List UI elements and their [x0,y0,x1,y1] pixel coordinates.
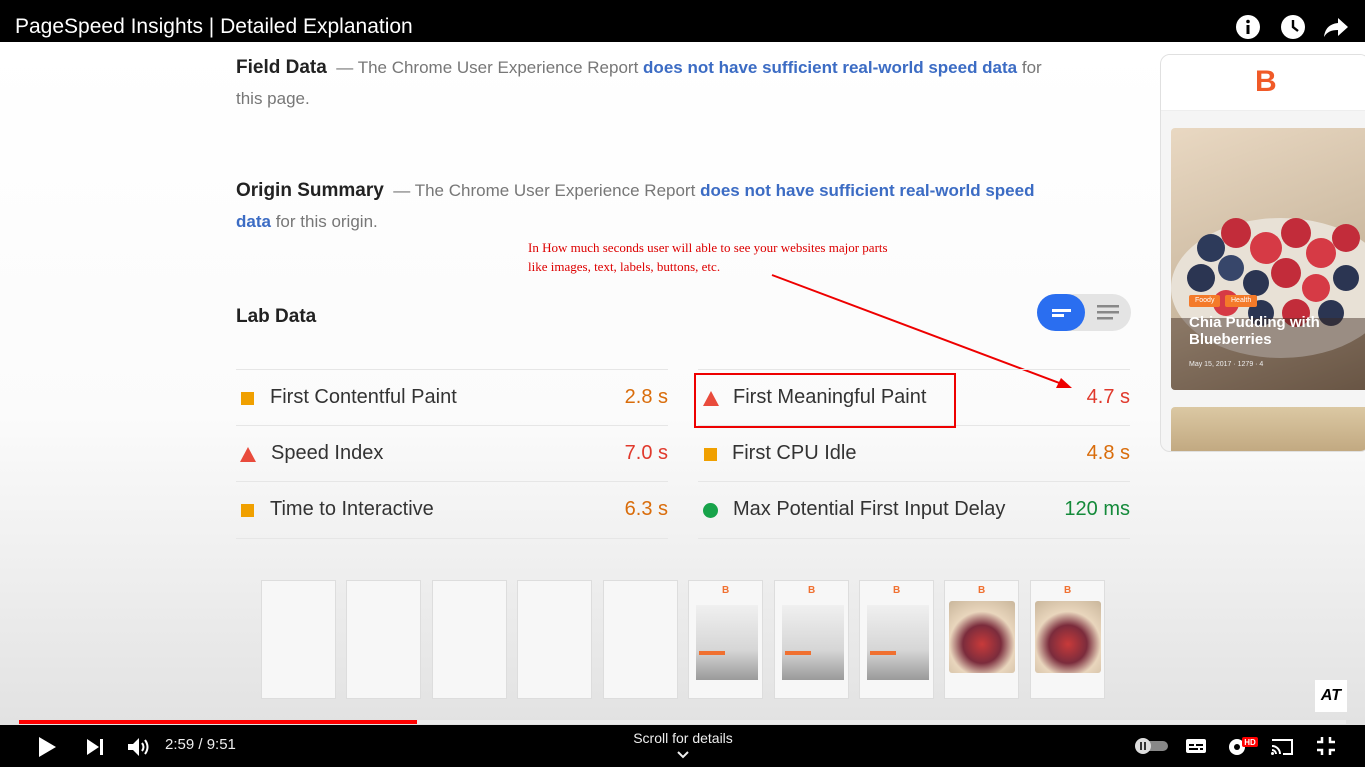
metric-label: Time to Interactive [270,498,434,520]
fullscreen-exit-icon[interactable] [1316,736,1336,756]
pass-circle-icon [703,503,718,518]
site-logo: B [1255,65,1277,98]
metric-value: 4.7 s [1086,386,1130,408]
share-icon[interactable] [1323,14,1349,40]
frame-content [696,605,758,680]
hd-badge: HD [1244,738,1256,747]
metric-value: 4.8 s [1086,442,1130,464]
average-square-icon [241,392,254,405]
scroll-label-text: Scroll for details [633,730,733,746]
cast-icon[interactable] [1270,737,1294,755]
preview-card-image [1171,128,1365,390]
channel-watermark[interactable]: AT [1315,680,1347,712]
metric-value: 7.0 s [624,442,668,464]
metric-value: 6.3 s [624,498,668,520]
filmstrip-frame: B [859,580,934,699]
metric-speed-index: Speed Index 7.0 s [236,425,668,481]
video-frame[interactable]: Field Data — The Chrome User Experience … [0,42,1365,725]
frame-content [782,605,844,680]
next-icon[interactable] [86,738,106,756]
card-meta: May 15, 2017 · 1279 · 4 [1189,361,1264,368]
metric-time-to-interactive: Time to Interactive 6.3 s [236,481,668,537]
annotation-highlight-box [694,373,956,428]
gear-icon[interactable]: HD [1226,735,1258,757]
video-title-bar: PageSpeed Insights | Detailed Explanatio… [0,0,1365,42]
filmstrip-frame [346,580,421,699]
frame-logo: B [1064,585,1072,596]
view-toggle[interactable] [1037,294,1131,331]
card-tag: Foody [1189,295,1221,307]
video-title[interactable]: PageSpeed Insights | Detailed Explanatio… [15,15,413,39]
play-icon[interactable] [36,736,58,758]
scroll-for-details[interactable]: Scroll for details [583,730,783,762]
progress-played [19,720,418,724]
metric-divider [698,538,1130,539]
lab-data-title: Lab Data [236,306,317,327]
berries-image [1171,218,1365,390]
subtitles-icon[interactable] [1185,738,1207,754]
frame-food-image [949,601,1015,673]
preview-header: B [1161,55,1365,111]
metric-max-potential-fid: Max Potential First Input Delay 120 ms [698,481,1130,537]
lines-icon [1052,309,1071,317]
filmstrip-frame [603,580,678,699]
filmstrip-frame: B [774,580,849,699]
average-square-icon [241,504,254,517]
filmstrip-frame [432,580,507,699]
metric-first-cpu-idle: First CPU Idle 4.8 s [698,425,1130,481]
metric-value: 2.8 s [624,386,668,408]
player-controls: 2:59 / 9:51 Scroll for details HD [0,725,1365,767]
filmstrip-frame: B [944,580,1019,699]
summary-view-button[interactable] [1037,294,1085,331]
mobile-preview: B Foody Health Chia Pudding with Blueber… [1160,54,1365,452]
frame-food-image [1035,601,1101,673]
card-title: Chia Pudding with Blueberries [1189,314,1320,348]
info-icon[interactable] [1235,14,1261,40]
chevron-down-icon [677,751,689,759]
card-tag: Health [1225,295,1258,307]
metric-label: Max Potential First Input Delay [733,498,1006,520]
clock-icon[interactable] [1280,14,1306,40]
metric-first-contentful-paint: First Contentful Paint 2.8 s [236,369,668,425]
metric-label: First CPU Idle [732,442,857,464]
frame-logo: B [978,585,986,596]
preview-card-2 [1171,407,1365,451]
metric-value: 120 ms [1064,498,1130,520]
filmstrip-frame [517,580,592,699]
filmstrip-frame [261,580,336,699]
metric-label: Speed Index [271,442,384,464]
fail-triangle-icon [240,447,256,462]
frame-content [867,605,929,680]
metric-label: First Contentful Paint [270,386,457,408]
progress-bar[interactable] [19,720,1346,724]
filmstrip-frame: B [1030,580,1105,699]
time-display: 2:59 / 9:51 [165,736,236,753]
autoplay-toggle-icon[interactable] [1134,738,1170,754]
frame-logo: B [722,585,730,596]
volume-icon[interactable] [127,737,151,757]
frame-logo: B [893,585,901,596]
filmstrip-frame: B [688,580,763,699]
average-square-icon [704,448,717,461]
frame-logo: B [808,585,816,596]
list-view-icon[interactable] [1089,294,1129,331]
metric-divider [236,538,668,539]
